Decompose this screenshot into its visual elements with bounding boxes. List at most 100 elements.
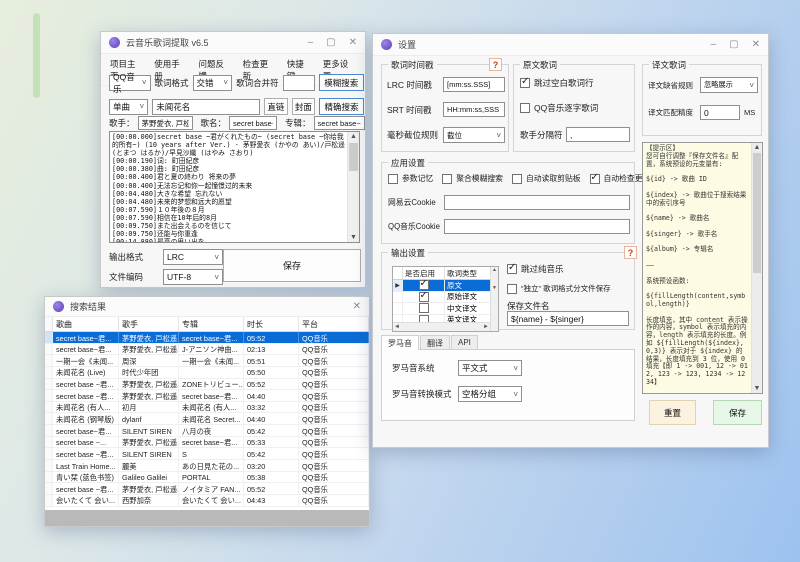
- enable-checkbox[interactable]: [419, 292, 429, 302]
- song-field[interactable]: [229, 116, 277, 130]
- table-cell: secret base ~...: [53, 437, 119, 448]
- table-cell: J-アニソン神曲...: [179, 344, 244, 355]
- cover-button[interactable]: 封面: [292, 98, 315, 115]
- skip-instrumental-checkbox[interactable]: [507, 264, 517, 274]
- table-row[interactable]: secret base ~...茅野愛衣, 戸松遥...secret base~…: [45, 437, 369, 449]
- netease-cookie-input[interactable]: [444, 195, 630, 210]
- qq-cookie-input[interactable]: [444, 219, 630, 234]
- table-row[interactable]: 未闻花名 (有人...初月未闻花名 (有人...03:32QQ音乐: [45, 402, 369, 414]
- filename-input[interactable]: [507, 311, 629, 326]
- separator-input[interactable]: [566, 127, 630, 142]
- scroll-down-icon[interactable]: ▼: [348, 234, 359, 241]
- table-cell: 西野加奈: [119, 495, 179, 506]
- output-grid-row[interactable]: ▶原文: [393, 280, 498, 292]
- album-field[interactable]: [314, 116, 365, 130]
- format-select[interactable]: 交错 ˅: [193, 75, 233, 91]
- translation-precision-input[interactable]: [700, 105, 740, 120]
- qq-verbatim-checkbox[interactable]: [520, 103, 530, 113]
- maximize-icon[interactable]: ▢: [729, 40, 738, 50]
- table-row[interactable]: secret base~君...SILENT SIREN八月の夜05:42QQ音…: [45, 425, 369, 437]
- romaji-mode-select[interactable]: 空格分组 ˅: [458, 386, 522, 402]
- enable-checkbox[interactable]: [419, 280, 429, 290]
- minimize-icon[interactable]: –: [711, 40, 717, 50]
- skip-blank-checkbox[interactable]: [520, 78, 530, 88]
- type-select[interactable]: 单曲 ˅: [109, 99, 148, 115]
- tab-api[interactable]: API: [451, 335, 478, 350]
- table-row[interactable]: secret base ~君...茅野愛衣, 戸松遥...ノイタミア FAN..…: [45, 483, 369, 495]
- table-row[interactable]: secret base~君...茅野愛衣, 戸松遥...secret base~…: [45, 332, 369, 344]
- minimize-icon[interactable]: –: [308, 38, 314, 48]
- column-header-duration[interactable]: 时长: [244, 317, 299, 331]
- clipboard-checkbox[interactable]: [512, 174, 522, 184]
- scroll-thumb[interactable]: [753, 153, 761, 273]
- column-header-platform[interactable]: 平台: [299, 317, 369, 331]
- auto-update-checkbox[interactable]: [590, 174, 600, 184]
- param-memory-checkbox[interactable]: [388, 174, 398, 184]
- column-header-singer[interactable]: 歌手: [119, 317, 179, 331]
- output-format-select[interactable]: LRC ˅: [163, 249, 223, 265]
- lyrics-textarea[interactable]: [00:00.000]secret base ~君がくれたもの~ (secret…: [109, 131, 360, 243]
- scroll-right-icon[interactable]: ►: [483, 324, 489, 330]
- table-row[interactable]: 未闻花名 (Live)时代少年团05:50QQ音乐: [45, 367, 369, 379]
- direct-link-button[interactable]: 直链: [264, 98, 287, 115]
- table-row[interactable]: secret base ~君...茅野愛衣, 戸松遥...secret base…: [45, 390, 369, 402]
- maximize-icon[interactable]: ▢: [326, 38, 335, 48]
- chevron-down-icon: ˅: [749, 81, 754, 90]
- close-icon[interactable]: ✕: [752, 40, 760, 50]
- scroll-up-icon[interactable]: ▲: [348, 133, 359, 140]
- enable-checkbox[interactable]: [419, 303, 429, 313]
- lyrics-scrollbar[interactable]: ▲ ▼: [347, 132, 359, 242]
- table-cell: 03:32: [244, 402, 299, 413]
- table-cell: secret base ~君...: [53, 390, 119, 401]
- settings-save-button[interactable]: 保存: [713, 400, 762, 425]
- output-grid-row[interactable]: 原始译文: [393, 292, 498, 304]
- romaji-system-select[interactable]: 平文式 ˅: [458, 360, 522, 376]
- help-icon[interactable]: ?: [624, 246, 637, 259]
- row-indicator[interactable]: [393, 303, 403, 314]
- table-row[interactable]: 青い栞 (蓝色书签)Galileo GalileiPORTAL05:38QQ音乐: [45, 472, 369, 484]
- close-icon[interactable]: ✕: [353, 302, 361, 312]
- column-header-song[interactable]: 歌曲: [53, 317, 119, 331]
- source-select[interactable]: QQ音乐 ˅: [109, 75, 151, 91]
- keyword-input[interactable]: [152, 99, 260, 115]
- exact-search-button[interactable]: 精确搜索: [319, 98, 364, 115]
- ms-rule-label: 毫秒截位规则: [387, 129, 439, 141]
- chevron-down-icon: ˅: [223, 78, 228, 87]
- grid-vscrollbar[interactable]: ▲▼: [490, 267, 498, 331]
- table-row[interactable]: 一期一会《未闻...周深一期一会《未闻...05:51QQ音乐: [45, 355, 369, 367]
- hint-textarea[interactable]: 【提示区】 您可自行调整『保存文件名』配置，系统预设的元变量有: ${id} -…: [642, 142, 763, 394]
- ms-rule-select[interactable]: 截位 ˅: [443, 127, 505, 143]
- encoding-select[interactable]: UTF-8 ˅: [163, 269, 223, 285]
- table-row[interactable]: secret base ~君...茅野愛衣, 戸松遥...ZONEトリビュー..…: [45, 379, 369, 391]
- merge-input[interactable]: [283, 75, 315, 91]
- lrc-timestamp-input[interactable]: [443, 77, 505, 92]
- row-indicator-icon[interactable]: ▶: [393, 280, 403, 291]
- main-titlebar: 云音乐歌词提取 v6.5 – ▢ ✕: [101, 32, 365, 54]
- grid-hscrollbar[interactable]: ◄►: [393, 322, 490, 331]
- split-file-checkbox[interactable]: [507, 284, 517, 294]
- row-indicator[interactable]: [393, 292, 403, 303]
- aggregate-search-checkbox[interactable]: [442, 174, 452, 184]
- scroll-up-icon[interactable]: ▲: [752, 144, 762, 151]
- scroll-left-icon[interactable]: ◄: [394, 324, 400, 330]
- translation-rule-select[interactable]: 忽略展示 ˅: [700, 77, 758, 93]
- save-button[interactable]: 保存: [223, 249, 361, 282]
- close-icon[interactable]: ✕: [349, 38, 357, 48]
- scroll-thumb[interactable]: [349, 143, 358, 171]
- table-row[interactable]: Last Train Home...麗美あの日見た花の...03:20QQ音乐: [45, 460, 369, 472]
- tab-romaji[interactable]: 罗马音: [381, 335, 419, 350]
- output-grid-row[interactable]: 中文译文: [393, 303, 498, 315]
- table-row[interactable]: 会いたくて 会い...西野加奈会いたくて 会い...04:43QQ音乐: [45, 495, 369, 507]
- help-icon[interactable]: ?: [489, 58, 502, 71]
- reset-button[interactable]: 重置: [649, 400, 696, 425]
- table-row[interactable]: secret base~君...茅野愛衣, 戸松遥...J-アニソン神曲...0…: [45, 344, 369, 356]
- hint-scrollbar[interactable]: ▲ ▼: [751, 143, 762, 393]
- table-row[interactable]: secret base ~君...SILENT SIRENS05:42QQ音乐: [45, 448, 369, 460]
- singer-field[interactable]: [138, 116, 193, 130]
- table-row[interactable]: 未闻花名 (钢琴版)dylanf未闻花名 Secret...04:40QQ音乐: [45, 413, 369, 425]
- fuzzy-search-button[interactable]: 模糊搜索: [319, 74, 364, 91]
- scroll-down-icon[interactable]: ▼: [752, 385, 762, 392]
- column-header-album[interactable]: 专辑: [179, 317, 244, 331]
- srt-timestamp-input[interactable]: [443, 102, 505, 117]
- tab-translate[interactable]: 翻译: [420, 335, 450, 350]
